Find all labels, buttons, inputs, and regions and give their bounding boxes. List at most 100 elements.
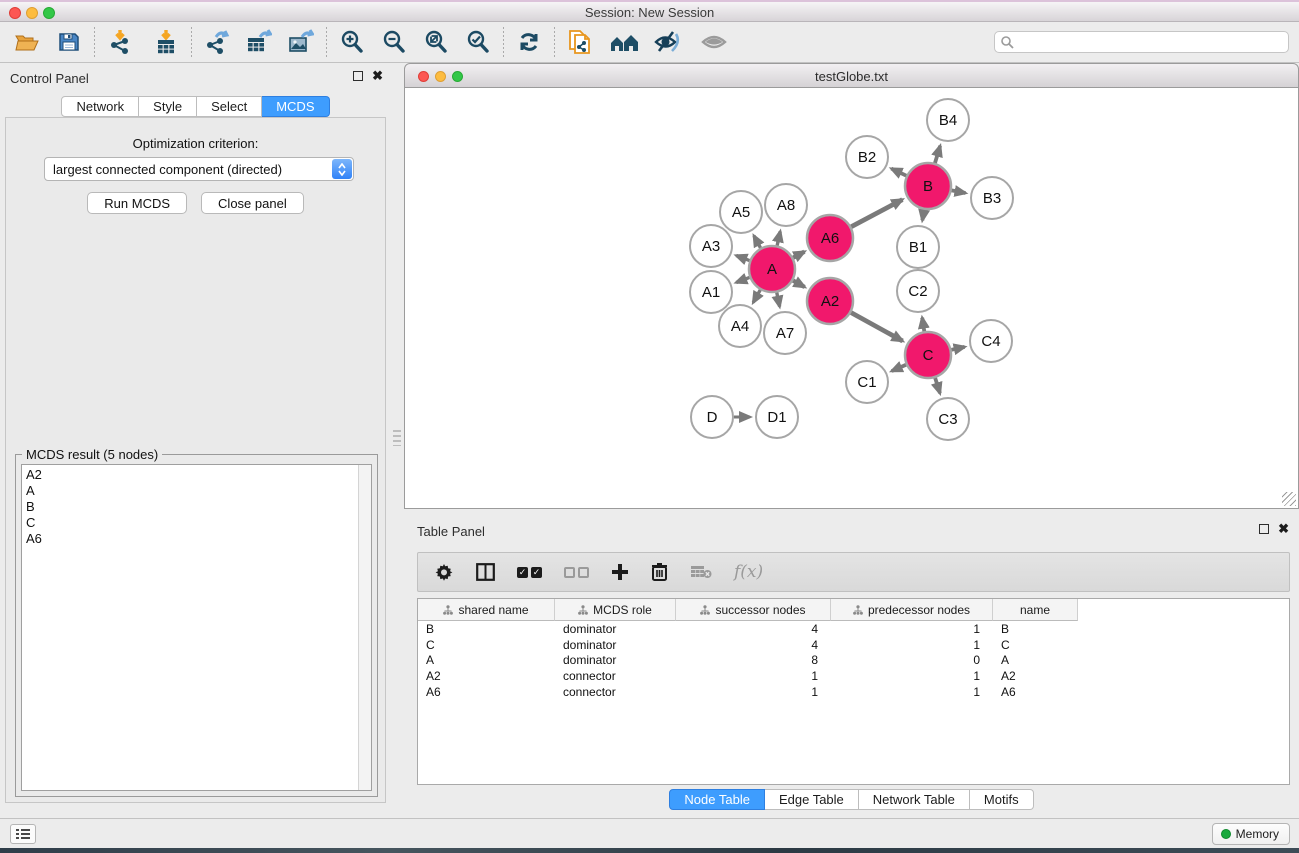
mcds-result-item[interactable]: B <box>26 499 371 515</box>
import-network-icon[interactable] <box>103 26 137 58</box>
hide-selected-icon[interactable] <box>651 26 685 58</box>
scrollbar-track[interactable] <box>358 465 371 790</box>
table-cell[interactable]: dominator <box>555 652 676 668</box>
edge-A-A5[interactable] <box>754 236 761 248</box>
task-history-button[interactable] <box>10 824 36 844</box>
column-header-predecessor-nodes[interactable]: predecessor nodes <box>831 599 993 621</box>
select-all-icon[interactable]: ✓✓ <box>517 567 542 578</box>
edge-B-B2[interactable] <box>891 169 906 176</box>
network-graph[interactable]: AA6A2BCA5A8A3A1A4A7B2B4B3B1C2C4C1C3DD1 <box>405 88 1298 507</box>
resize-grip-icon[interactable] <box>1282 492 1296 506</box>
mcds-result-list[interactable]: A2ABCA6 <box>21 464 372 791</box>
table-cell[interactable]: 1 <box>676 684 831 700</box>
tab-mcds[interactable]: MCDS <box>262 96 329 117</box>
column-header-MCDS-role[interactable]: MCDS role <box>555 599 676 621</box>
edge-B-B4[interactable] <box>935 146 940 163</box>
close-table-panel-icon[interactable]: ✖ <box>1278 524 1289 534</box>
table-cell[interactable]: 1 <box>831 668 993 684</box>
table-cell[interactable]: 4 <box>676 621 831 637</box>
table-row[interactable]: A6connector11A6 <box>418 684 1289 700</box>
mcds-result-item[interactable]: C <box>26 515 371 531</box>
run-mcds-button[interactable]: Run MCDS <box>87 192 187 214</box>
column-header-shared-name[interactable]: shared name <box>418 599 555 621</box>
edge-C-C2[interactable] <box>922 318 924 332</box>
export-image-icon[interactable] <box>284 26 318 58</box>
table-row[interactable]: A2connector11A2 <box>418 668 1289 684</box>
table-row[interactable]: Cdominator41C <box>418 637 1289 653</box>
table-cell[interactable]: B <box>993 621 1078 637</box>
edge-B-B3[interactable] <box>952 190 966 193</box>
open-file-icon[interactable] <box>10 26 44 58</box>
table-tab-network-table[interactable]: Network Table <box>859 789 970 810</box>
search-input[interactable] <box>994 31 1289 53</box>
clone-network-icon[interactable] <box>563 26 597 58</box>
close-panel-button[interactable]: Close panel <box>201 192 304 214</box>
table-cell[interactable]: connector <box>555 668 676 684</box>
close-panel-icon[interactable]: ✖ <box>372 71 383 81</box>
edge-A-A4[interactable] <box>753 290 760 303</box>
table-cell[interactable]: B <box>418 621 555 637</box>
table-cell[interactable]: A6 <box>993 684 1078 700</box>
toggle-column-panel-icon[interactable] <box>476 563 495 581</box>
table-cell[interactable]: 0 <box>831 652 993 668</box>
table-cell[interactable]: 1 <box>676 668 831 684</box>
edge-A-A1[interactable] <box>736 277 749 282</box>
edge-A-A7[interactable] <box>777 293 780 307</box>
edge-A-A8[interactable] <box>777 231 780 245</box>
save-session-icon[interactable] <box>52 26 86 58</box>
column-header-name[interactable]: name <box>993 599 1078 621</box>
table-cell[interactable]: dominator <box>555 621 676 637</box>
table-cell[interactable]: A <box>418 652 555 668</box>
edge-A-A2[interactable] <box>793 281 805 287</box>
tab-select[interactable]: Select <box>197 96 262 117</box>
table-cell[interactable]: connector <box>555 684 676 700</box>
table-row[interactable]: Bdominator41B <box>418 621 1289 637</box>
mcds-result-item[interactable]: A <box>26 483 371 499</box>
table-cell[interactable]: dominator <box>555 637 676 653</box>
table-cell[interactable]: 8 <box>676 652 831 668</box>
table-cell[interactable]: A2 <box>993 668 1078 684</box>
zoom-in-icon[interactable] <box>335 26 369 58</box>
table-cell[interactable]: C <box>418 637 555 653</box>
table-tab-motifs[interactable]: Motifs <box>970 789 1034 810</box>
zoom-out-icon[interactable] <box>377 26 411 58</box>
zoom-fit-icon[interactable] <box>419 26 453 58</box>
table-cell[interactable]: A <box>993 652 1078 668</box>
refresh-icon[interactable] <box>512 26 546 58</box>
tab-style[interactable]: Style <box>139 96 197 117</box>
edge-C-C4[interactable] <box>951 347 964 350</box>
delete-column-icon[interactable] <box>651 562 668 582</box>
import-table-icon[interactable] <box>149 26 183 58</box>
table-tab-node-table[interactable]: Node Table <box>669 789 765 810</box>
table-cell[interactable]: 1 <box>831 637 993 653</box>
edge-A2-C[interactable] <box>851 313 903 341</box>
table-cell[interactable]: 4 <box>676 637 831 653</box>
criterion-dropdown[interactable]: largest connected component (directed) <box>44 157 354 181</box>
table-cell[interactable]: A6 <box>418 684 555 700</box>
panel-splitter[interactable] <box>391 63 404 818</box>
edge-C-C3[interactable] <box>935 378 940 393</box>
table-row[interactable]: Adominator80A <box>418 652 1289 668</box>
tab-network[interactable]: Network <box>61 96 139 117</box>
settings-gear-icon[interactable] <box>434 562 454 582</box>
float-panel-icon[interactable] <box>353 71 363 81</box>
table-cell[interactable]: A2 <box>418 668 555 684</box>
table-cell[interactable]: 1 <box>831 621 993 637</box>
export-table-icon[interactable] <box>242 26 276 58</box>
export-network-icon[interactable] <box>200 26 234 58</box>
memory-button[interactable]: Memory <box>1212 823 1290 845</box>
zoom-selected-icon[interactable] <box>461 26 495 58</box>
add-column-icon[interactable] <box>611 563 629 581</box>
table-cell[interactable]: 1 <box>831 684 993 700</box>
edge-B-B1[interactable] <box>922 210 924 221</box>
show-all-icon[interactable] <box>697 26 731 58</box>
column-header-successor-nodes[interactable]: successor nodes <box>676 599 831 621</box>
table-cell[interactable]: C <box>993 637 1078 653</box>
float-table-panel-icon[interactable] <box>1259 524 1269 534</box>
mcds-result-item[interactable]: A2 <box>26 467 371 483</box>
node-table[interactable]: shared nameMCDS rolesuccessor nodesprede… <box>417 598 1290 785</box>
edge-C-C1[interactable] <box>892 365 906 371</box>
edge-A-A3[interactable] <box>736 256 749 261</box>
edge-A6-B[interactable] <box>851 200 902 227</box>
edge-A-A6[interactable] <box>793 252 804 258</box>
